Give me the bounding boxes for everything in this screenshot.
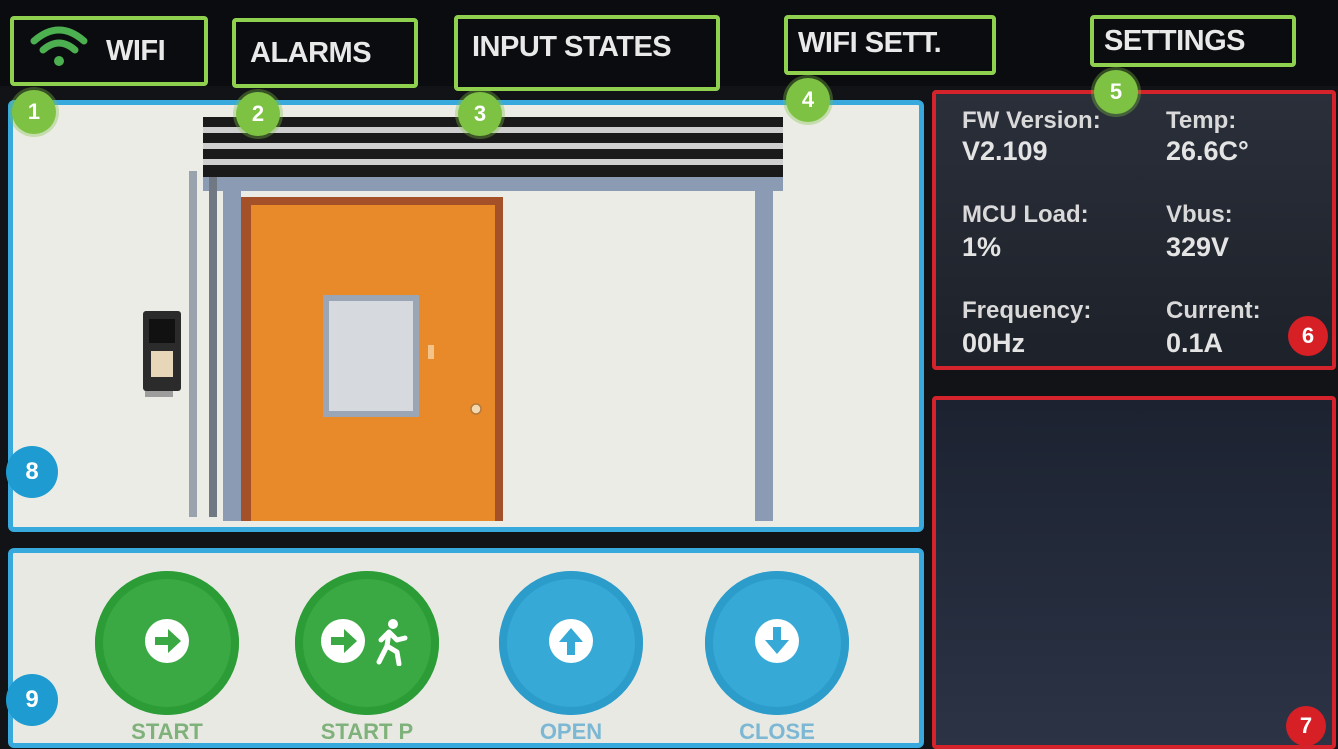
frequency-value: 00Hz <box>962 328 1026 358</box>
mcu-load-value: 1% <box>962 232 1002 262</box>
fw-version-label: FW Version: <box>962 107 1101 134</box>
marker-5: 5 <box>1094 70 1138 114</box>
wifi-button-label: WIFI <box>106 34 166 67</box>
marker-9: 9 <box>6 674 58 726</box>
arrow-up-icon <box>548 618 594 669</box>
control-buttons-panel: START START P OPEN CLOSE <box>8 548 924 748</box>
marker-1: 1 <box>12 90 56 134</box>
alarms-button[interactable]: ALARMS <box>232 18 418 88</box>
status-info-panel: FW Version: V2.109 Temp: 26.6C° MCU Load… <box>932 90 1336 370</box>
current-value: 0.1A <box>1166 328 1224 358</box>
temp-label: Temp: <box>1166 107 1237 134</box>
settings-button[interactable]: SETTINGS <box>1090 15 1296 67</box>
start-p-label: START P <box>320 719 414 744</box>
door-animation-panel <box>8 100 924 532</box>
wifi-button[interactable]: WIFI <box>10 16 208 86</box>
door-controller-screen: WIFI ALARMS INPUT STATES WIFI SETT. SETT… <box>0 0 1338 749</box>
start-pedestrian-button[interactable] <box>295 571 439 715</box>
open-label: OPEN <box>539 719 603 744</box>
arrow-right-icon <box>144 618 190 669</box>
vbus-value: 329V <box>1166 232 1230 262</box>
door-scene-illustration <box>143 117 783 521</box>
close-label: CLOSE <box>739 719 815 744</box>
settings-button-label: SETTINGS <box>1104 25 1246 57</box>
marker-2: 2 <box>236 92 280 136</box>
start-button[interactable] <box>95 571 239 715</box>
blank-display-panel <box>932 396 1336 749</box>
close-button[interactable] <box>705 571 849 715</box>
wifi-settings-button[interactable]: WIFI SETT. <box>784 15 996 75</box>
marker-4: 4 <box>786 78 830 122</box>
start-label: START <box>131 719 203 744</box>
fw-version-value: V2.109 <box>962 136 1048 166</box>
marker-3: 3 <box>458 92 502 136</box>
wifi-icon <box>30 25 88 77</box>
frequency-label: Frequency: <box>962 297 1092 324</box>
input-states-button[interactable]: INPUT STATES <box>454 15 720 91</box>
current-label: Current: <box>1166 297 1261 324</box>
input-states-button-label: INPUT STATES <box>472 31 672 63</box>
mcu-load-label: MCU Load: <box>962 201 1089 228</box>
marker-8: 8 <box>6 446 58 498</box>
marker-6: 6 <box>1288 316 1328 356</box>
alarms-button-label: ALARMS <box>250 36 372 69</box>
wifi-settings-button-label: WIFI SETT. <box>798 27 942 59</box>
vbus-label: Vbus: <box>1166 201 1233 228</box>
arrow-right-pedestrian-icon <box>319 616 415 671</box>
marker-7: 7 <box>1286 706 1326 746</box>
arrow-down-icon <box>754 618 800 669</box>
temp-value: 26.6C° <box>1166 136 1249 166</box>
open-button[interactable] <box>499 571 643 715</box>
